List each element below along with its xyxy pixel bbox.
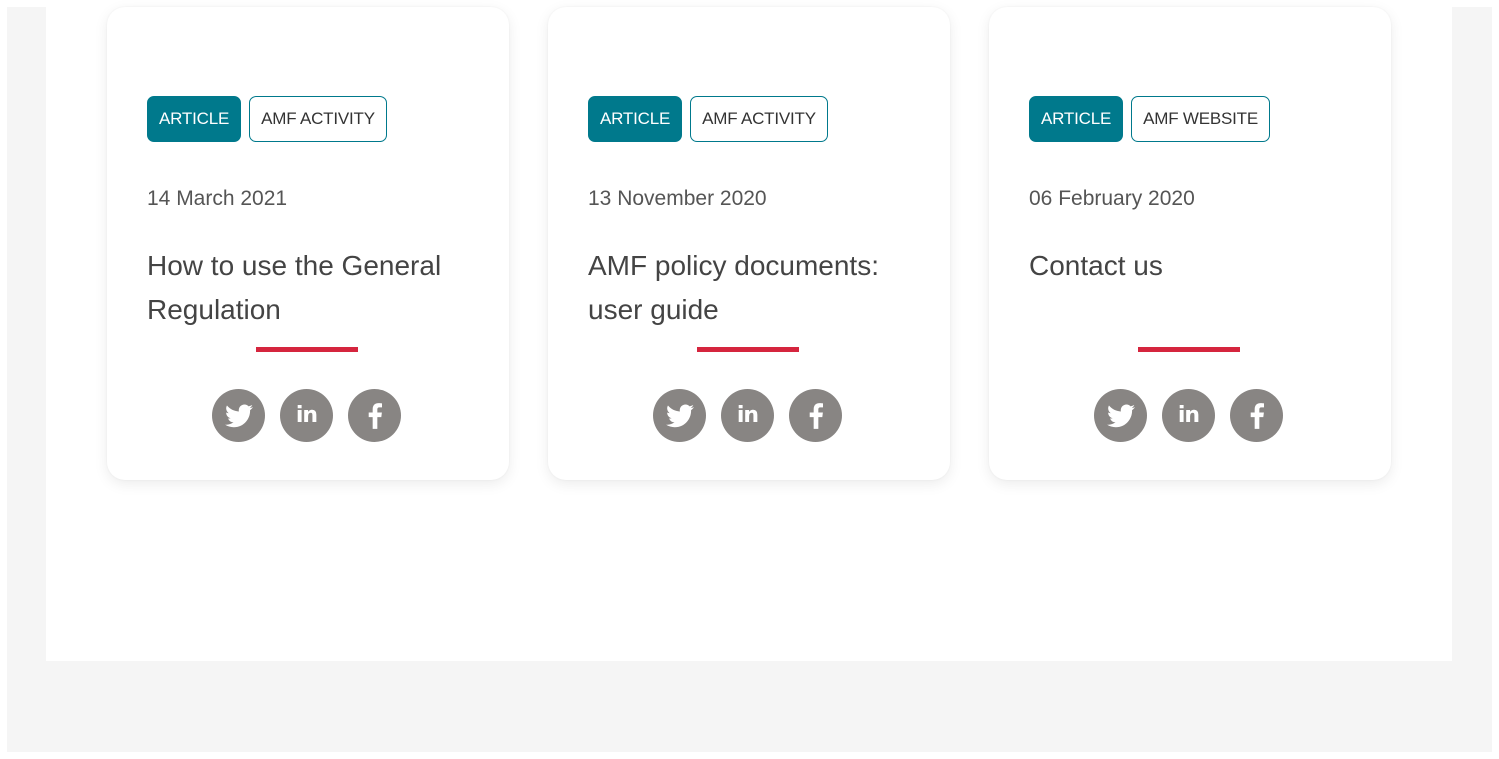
facebook-icon: [809, 402, 823, 429]
tag-type[interactable]: ARTICLE: [1029, 96, 1124, 142]
linkedin-icon: in: [295, 402, 318, 428]
twitter-share-button[interactable]: [212, 389, 265, 442]
social-share: in: [653, 389, 842, 442]
article-title[interactable]: How to use the General Regulation: [147, 244, 487, 332]
divider: [256, 347, 358, 352]
twitter-icon: [1106, 403, 1135, 427]
divider: [697, 347, 799, 352]
tag-category[interactable]: AMF ACTIVITY: [690, 96, 828, 142]
facebook-icon: [1250, 402, 1264, 429]
twitter-icon: [665, 403, 694, 427]
twitter-share-button[interactable]: [1094, 389, 1147, 442]
tag-type[interactable]: ARTICLE: [147, 96, 242, 142]
social-share: in: [212, 389, 401, 442]
tag-list: ARTICLE AMF ACTIVITY: [147, 96, 387, 142]
article-date: 13 November 2020: [588, 187, 767, 210]
facebook-icon: [368, 402, 382, 429]
linkedin-icon: in: [1177, 402, 1200, 428]
linkedin-icon: in: [736, 402, 759, 428]
facebook-share-button[interactable]: [1230, 389, 1283, 442]
divider: [1138, 347, 1240, 352]
linkedin-share-button[interactable]: in: [280, 389, 333, 442]
article-title[interactable]: Contact us: [1029, 244, 1369, 288]
linkedin-share-button[interactable]: in: [721, 389, 774, 442]
article-card[interactable]: ARTICLE AMF ACTIVITY 14 March 2021 How t…: [107, 7, 509, 480]
tag-list: ARTICLE AMF WEBSITE: [1029, 96, 1271, 142]
tag-category[interactable]: AMF WEBSITE: [1131, 96, 1271, 142]
facebook-share-button[interactable]: [789, 389, 842, 442]
article-card[interactable]: ARTICLE AMF WEBSITE 06 February 2020 Con…: [989, 7, 1391, 480]
article-date: 06 February 2020: [1029, 187, 1195, 210]
linkedin-share-button[interactable]: in: [1162, 389, 1215, 442]
tag-list: ARTICLE AMF ACTIVITY: [588, 96, 828, 142]
facebook-share-button[interactable]: [348, 389, 401, 442]
twitter-share-button[interactable]: [653, 389, 706, 442]
twitter-icon: [224, 403, 253, 427]
article-date: 14 March 2021: [147, 187, 288, 210]
tag-category[interactable]: AMF ACTIVITY: [249, 96, 387, 142]
article-title[interactable]: AMF policy documents: user guide: [588, 244, 928, 332]
social-share: in: [1094, 389, 1283, 442]
tag-type[interactable]: ARTICLE: [588, 96, 683, 142]
article-card[interactable]: ARTICLE AMF ACTIVITY 13 November 2020 AM…: [548, 7, 950, 480]
